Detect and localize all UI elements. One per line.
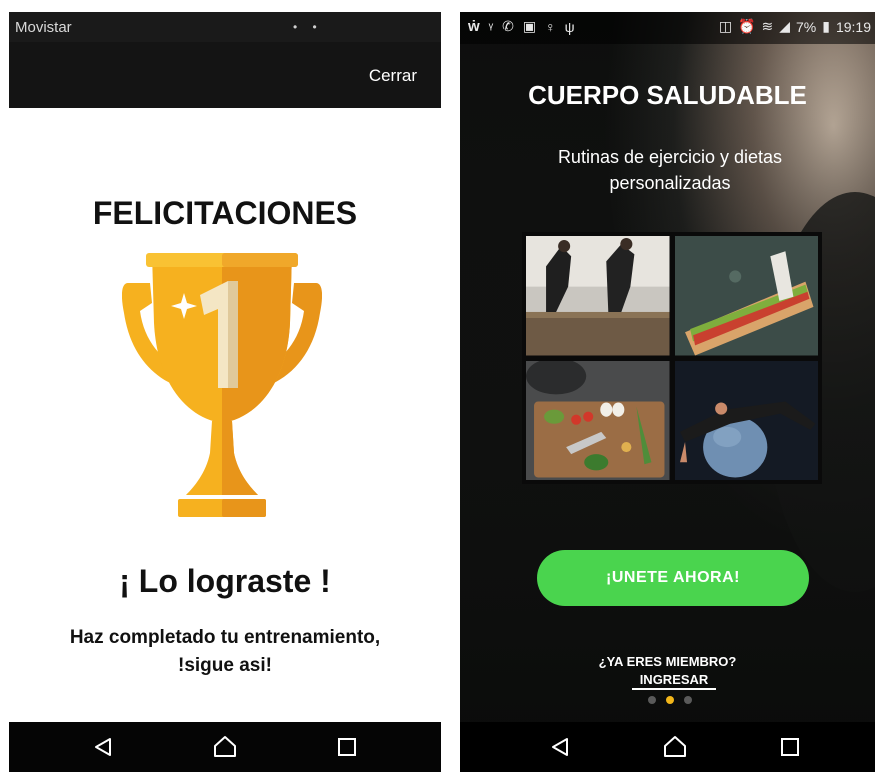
wifi-icon: ≋: [761, 18, 774, 34]
back-icon[interactable]: [530, 722, 590, 772]
gallery-icon: ▣: [522, 18, 537, 34]
content-area: FELICITACIONES ¡ Lo lograste ! Haz compl: [9, 108, 441, 722]
battery-level: 7%: [796, 18, 817, 35]
battery-icon: ▮: [822, 18, 830, 34]
login-link[interactable]: INGRESAR: [632, 672, 716, 690]
recents-icon[interactable]: [760, 722, 820, 772]
alarm-icon: ⏰: [738, 18, 756, 34]
signal-icon: ᵞ: [488, 18, 494, 35]
join-now-button[interactable]: ¡UNETE AHORA!: [537, 550, 809, 606]
box-jump-photo: [526, 236, 670, 356]
home-icon[interactable]: [645, 722, 705, 772]
app-title: CUERPO SALUDABLE: [528, 80, 807, 110]
app-subtitle: Rutinas de ejercicio y dietas personaliz…: [557, 147, 783, 193]
vegetables-photo: [526, 360, 670, 480]
page-indicator: [648, 696, 692, 704]
success-title: ¡ Lo lograste !: [119, 563, 331, 599]
cell-signal-icon: ◢: [779, 18, 790, 34]
status-dots: • •: [293, 20, 323, 34]
photo-grid: [522, 232, 822, 484]
whatsapp-icon: ✆: [502, 18, 514, 34]
page-dot[interactable]: [648, 696, 656, 704]
carrier-name: Movistar: [15, 19, 72, 36]
page-title: FELICITACIONES: [92, 195, 358, 231]
trophy-icon: [122, 253, 322, 517]
navigation-bar: [460, 722, 875, 772]
stability-ball-photo: [674, 360, 818, 480]
top-toolbar: Cerrar: [9, 42, 441, 108]
member-prompt: ¿YA ERES MIEMBRO?: [598, 654, 737, 669]
vibrate-icon: ◫: [718, 18, 733, 34]
page-dot-active[interactable]: [666, 696, 674, 704]
status-bar: Movistar • •: [9, 12, 441, 42]
onboarding-screen: ẇ ᵞ ✆ ▣ ♀ ψ ◫ ⏰ ≋ ◢ 7% ▮ 19:19 CUERPO SA…: [460, 12, 875, 772]
home-icon[interactable]: [195, 722, 255, 772]
recents-icon[interactable]: [317, 722, 377, 772]
sandwich-photo: [674, 236, 818, 356]
bulb-icon: ♀: [545, 18, 556, 35]
w-icon: ẇ: [468, 18, 480, 35]
usb-icon: ψ: [564, 18, 575, 35]
status-bar: ẇ ᵞ ✆ ▣ ♀ ψ ◫ ⏰ ≋ ◢ 7% ▮ 19:19: [460, 12, 875, 44]
success-message: Haz completado tu entrenamiento, !sigue …: [69, 627, 381, 676]
back-icon[interactable]: [73, 722, 133, 772]
congratulations-screen: Movistar • • Cerrar FELICITACIONES ¡ Lo …: [9, 12, 441, 772]
page-dot[interactable]: [684, 696, 692, 704]
navigation-bar: [9, 722, 441, 772]
clock: 19:19: [835, 18, 871, 35]
close-button[interactable]: Cerrar: [369, 66, 417, 86]
